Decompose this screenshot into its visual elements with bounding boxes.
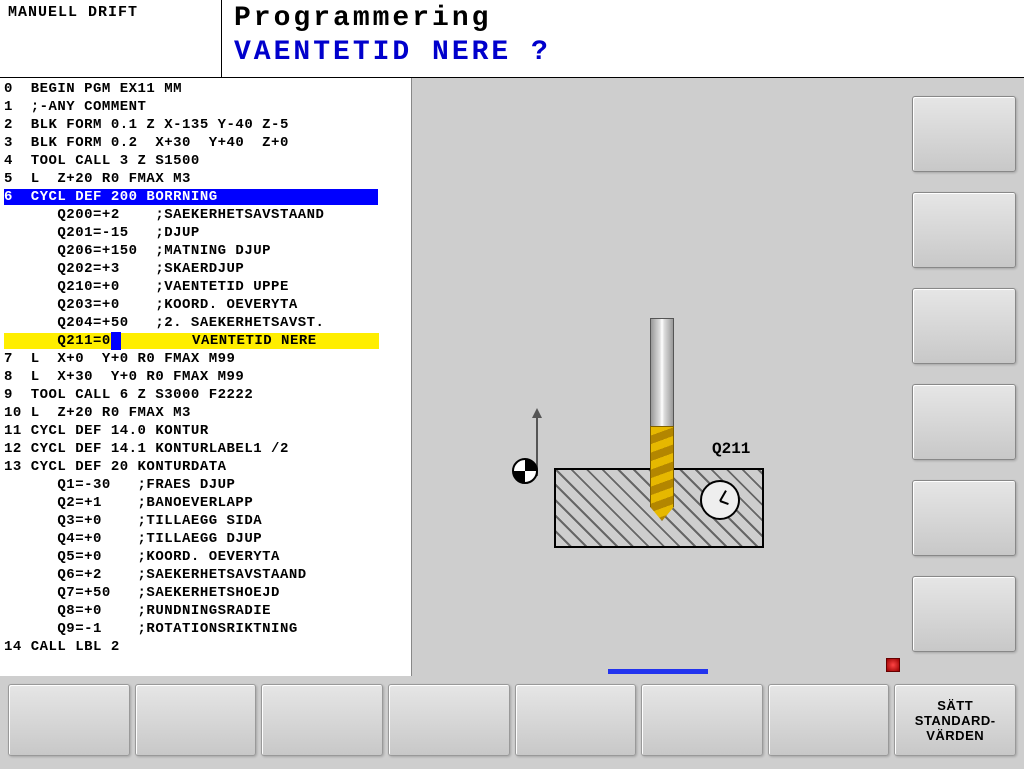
program-line[interactable]: 10 L Z+20 R0 FMAX M3 xyxy=(4,404,407,422)
program-line[interactable]: 13 CYCL DEF 20 KONTURDATA xyxy=(4,458,407,476)
side-softkey-2[interactable] xyxy=(912,192,1016,268)
softkey-2[interactable] xyxy=(135,684,257,756)
side-softkey-6[interactable] xyxy=(912,576,1016,652)
program-line[interactable]: 2 BLK FORM 0.1 Z X-135 Y-40 Z-5 xyxy=(4,116,407,134)
program-line[interactable]: Q4=+0 ;TILLAEGG DJUP xyxy=(4,530,407,548)
program-line[interactable]: 8 L X+30 Y+0 R0 FMAX M99 xyxy=(4,368,407,386)
program-line[interactable]: Q211=0 VAENTETID NERE xyxy=(4,332,407,350)
program-line[interactable]: Q5=+0 ;KOORD. OEVERYTA xyxy=(4,548,407,566)
program-line[interactable]: Q3=+0 ;TILLAEGG SIDA xyxy=(4,512,407,530)
header-bar: MANUELL DRIFT Programmering VAENTETID NE… xyxy=(0,0,1024,78)
side-softkey-1[interactable] xyxy=(912,96,1016,172)
program-line[interactable]: Q1=-30 ;FRAES DJUP xyxy=(4,476,407,494)
graphic-param-label: Q211 xyxy=(712,440,750,458)
program-line[interactable]: Q206=+150 ;MATNING DJUP xyxy=(4,242,407,260)
origin-icon xyxy=(512,458,538,484)
program-line[interactable]: Q2=+1 ;BANOEVERLAPP xyxy=(4,494,407,512)
softkey-5[interactable] xyxy=(515,684,637,756)
scroll-indicator xyxy=(608,669,708,674)
mode-display: MANUELL DRIFT xyxy=(0,0,222,77)
softkey-bar: SÄTT STANDARD- VÄRDEN xyxy=(0,676,1024,764)
program-line[interactable]: 6 CYCL DEF 200 BORRNING xyxy=(4,188,407,206)
program-line[interactable]: 11 CYCL DEF 14.0 KONTUR xyxy=(4,422,407,440)
screen-title: Programmering xyxy=(234,2,1012,36)
softkey-6[interactable] xyxy=(641,684,763,756)
softkey-3[interactable] xyxy=(261,684,383,756)
program-line[interactable]: 14 CALL LBL 2 xyxy=(4,638,407,656)
program-line[interactable]: 0 BEGIN PGM EX11 MM xyxy=(4,80,407,98)
softkey-4[interactable] xyxy=(388,684,510,756)
program-listing[interactable]: 0 BEGIN PGM EX11 MM1 ;-ANY COMMENT2 BLK … xyxy=(0,78,412,676)
side-softkey-5[interactable] xyxy=(912,480,1016,556)
program-line[interactable]: Q6=+2 ;SAEKERHETSAVSTAAND xyxy=(4,566,407,584)
program-line[interactable]: Q210=+0 ;VAENTETID UPPE xyxy=(4,278,407,296)
program-line[interactable]: 12 CYCL DEF 14.1 KONTURLABEL1 /2 xyxy=(4,440,407,458)
program-line[interactable]: Q200=+2 ;SAEKERHETSAVSTAAND xyxy=(4,206,407,224)
parameter-prompt: VAENTETID NERE ? xyxy=(234,36,1012,70)
program-line[interactable]: Q202=+3 ;SKAERDJUP xyxy=(4,260,407,278)
program-line[interactable]: Q9=-1 ;ROTATIONSRIKTNING xyxy=(4,620,407,638)
softkey-set-standard-values[interactable]: SÄTT STANDARD- VÄRDEN xyxy=(894,684,1016,756)
softkey-7[interactable] xyxy=(768,684,890,756)
dwell-clock-icon xyxy=(700,480,740,520)
program-line[interactable]: Q8=+0 ;RUNDNINGSRADIE xyxy=(4,602,407,620)
side-softkey-3[interactable] xyxy=(912,288,1016,364)
program-line[interactable]: Q203=+0 ;KOORD. OEVERYTA xyxy=(4,296,407,314)
program-line[interactable]: 4 TOOL CALL 3 Z S1500 xyxy=(4,152,407,170)
program-line[interactable]: 9 TOOL CALL 6 Z S3000 F2222 xyxy=(4,386,407,404)
program-line[interactable]: 3 BLK FORM 0.2 X+30 Y+40 Z+0 xyxy=(4,134,407,152)
drill-bit-icon xyxy=(650,426,674,521)
program-line[interactable]: 7 L X+0 Y+0 R0 FMAX M99 xyxy=(4,350,407,368)
softkey-1[interactable] xyxy=(8,684,130,756)
program-line[interactable]: 5 L Z+20 R0 FMAX M3 xyxy=(4,170,407,188)
main-area: 0 BEGIN PGM EX11 MM1 ;-ANY COMMENT2 BLK … xyxy=(0,78,1024,676)
program-line[interactable]: Q201=-15 ;DJUP xyxy=(4,224,407,242)
side-softkey-column xyxy=(904,78,1024,676)
tool-shank-icon xyxy=(650,318,674,428)
program-line[interactable]: 1 ;-ANY COMMENT xyxy=(4,98,407,116)
side-softkey-4[interactable] xyxy=(912,384,1016,460)
title-area: Programmering VAENTETID NERE ? xyxy=(222,0,1024,77)
program-line[interactable]: Q204=+50 ;2. SAEKERHETSAVST. xyxy=(4,314,407,332)
program-line[interactable]: Q7=+50 ;SAEKERHETSHOEJD xyxy=(4,584,407,602)
status-icon xyxy=(886,658,900,672)
help-graphic-pane: Q211 xyxy=(412,78,904,676)
